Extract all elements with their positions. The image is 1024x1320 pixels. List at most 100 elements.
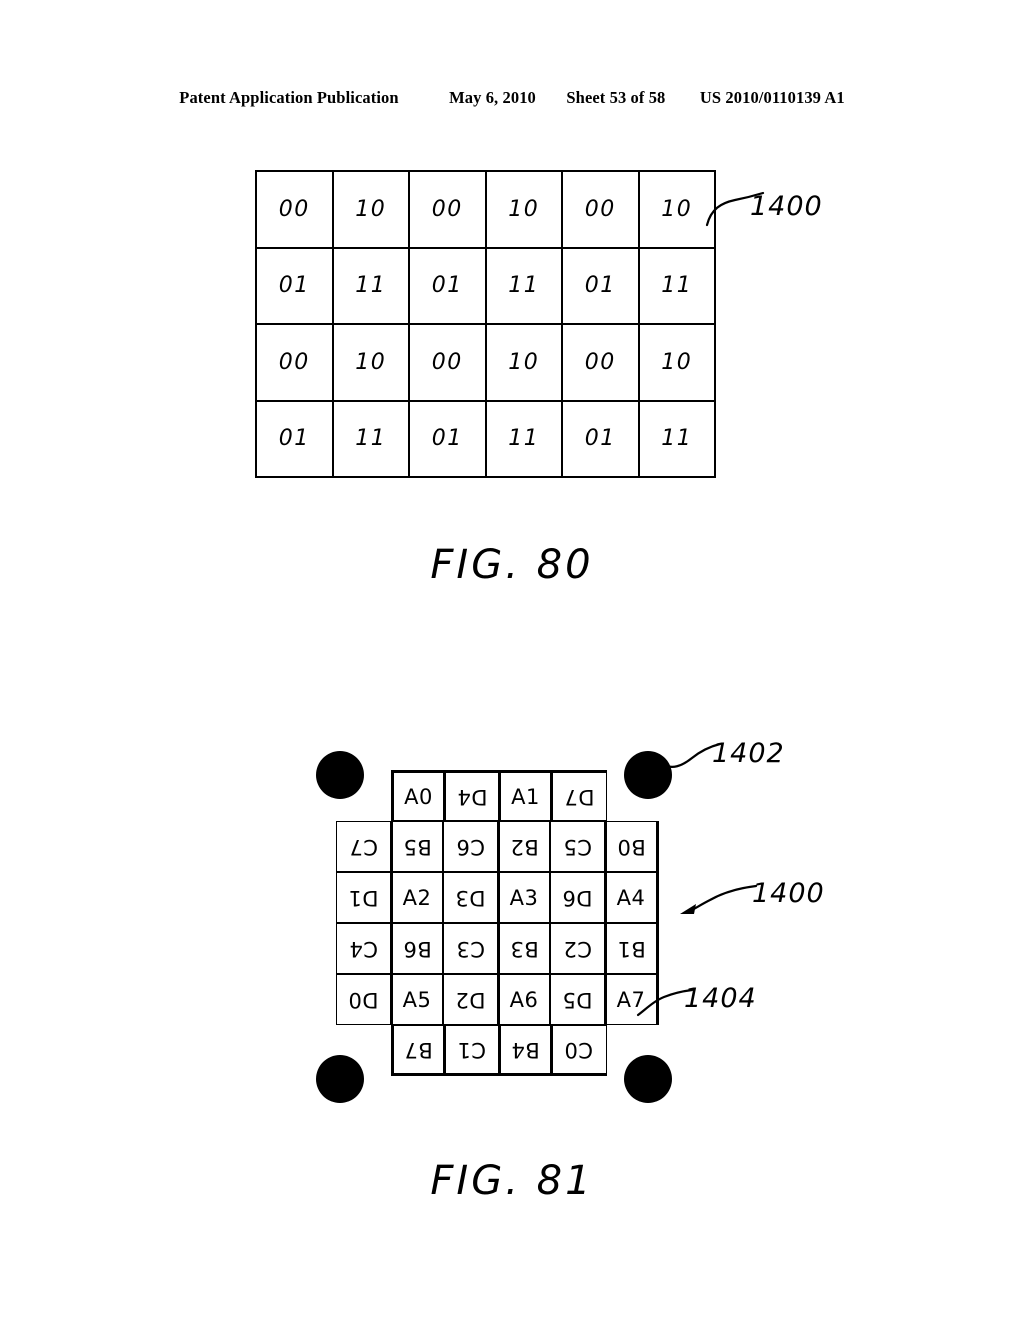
figure-81-cell-label: C2 — [562, 936, 593, 961]
figure-80-table-row: 01 11 01 11 01 11 — [255, 246, 716, 325]
figure-81-cell: D0 — [336, 974, 391, 1025]
figure-81-cell-label: B5 — [402, 834, 432, 859]
figure-81-cell: C5 — [550, 821, 605, 872]
figure-81-cell-label: D1 — [348, 885, 379, 910]
figure-80-cell: 00 — [408, 170, 487, 249]
figure-81-leader-line-1400 — [680, 884, 758, 914]
figure-81-cell-label: D4 — [456, 784, 488, 809]
figure-81-cell: D2 — [443, 974, 498, 1025]
figure-81-grid-row: C4 B6 C3 B3 C2 B1 — [336, 923, 666, 974]
figure-80-cell: 11 — [331, 246, 410, 325]
figure-81-cell: A0 — [391, 770, 446, 821]
figure-81-reference-label-1400: 1400 — [752, 878, 825, 909]
figure-80-cell: 11 — [484, 399, 563, 478]
figure-81-cell: D3 — [443, 872, 498, 923]
figure-81-cell-label: C1 — [457, 1037, 487, 1062]
figure-80-cell: 01 — [408, 399, 487, 478]
figure-81-cell-label: B6 — [402, 936, 432, 961]
figure-81-cell: A4 — [603, 872, 659, 923]
figure-81-reference-label-1404: 1404 — [684, 983, 757, 1014]
figure-81-reference-label-1402: 1402 — [712, 738, 785, 769]
figure-80-cell: 10 — [484, 323, 563, 402]
figure-81-cell: B3 — [496, 923, 552, 974]
figure-80-cell: 11 — [637, 399, 716, 478]
figure-81-cell: B2 — [496, 821, 552, 872]
figure-81-cell-label: C5 — [562, 834, 593, 859]
figure-81-cell-label: B1 — [616, 936, 646, 961]
figure-80-table: 00 10 00 10 00 10 01 11 01 11 01 11 00 10 00 10 00 10 01 11… — [255, 170, 716, 478]
figure-81-cell-label: C3 — [455, 936, 486, 961]
figure-81-cell-label: C4 — [348, 936, 379, 961]
header-date: May 6, 2010 — [449, 88, 536, 107]
figure-81-cell: C4 — [336, 923, 391, 974]
figure-81-cell: B7 — [391, 1025, 446, 1076]
figure-81-grid-row: D0 A5 D2 A6 D5 A7 — [336, 974, 666, 1025]
figure-80-cell: 10 — [331, 323, 410, 402]
figure-81-cell: C2 — [550, 923, 605, 974]
figure-81-cell: A5 — [389, 974, 445, 1025]
figure-81-cell-label: D0 — [348, 987, 379, 1012]
figure-81-cell: C3 — [443, 923, 498, 974]
figure-81-cell-label: C6 — [455, 834, 486, 859]
figure-80-cell: 01 — [561, 246, 640, 325]
figure-81-cell: A3 — [496, 872, 552, 923]
figure-80-table-body: 00 10 00 10 00 10 01 11 01 11 01 11 00 10 00 10 00 10 01 11… — [255, 170, 716, 478]
figure-80-cell: 01 — [561, 399, 640, 478]
figure-81-cell: C7 — [336, 821, 391, 872]
figure-80-table-row: 00 10 00 10 00 10 — [255, 170, 716, 249]
figure-80-cell: 10 — [637, 323, 716, 402]
figure-80-cell: 00 — [561, 170, 640, 249]
figure-81-cell: D4 — [444, 770, 500, 821]
figure-80-cell: 01 — [408, 246, 487, 325]
figure-80-cell: 00 — [561, 323, 640, 402]
figure-80-cell: 00 — [255, 170, 334, 249]
figure-80-table-row: 00 10 00 10 00 10 — [255, 323, 716, 402]
figure-80-cell: 11 — [484, 246, 563, 325]
figure-81-cell: A2 — [389, 872, 445, 923]
figure-81-cell: C0 — [551, 1025, 607, 1076]
figure-81-cell: C6 — [443, 821, 498, 872]
figure-81-cell: D1 — [336, 872, 391, 923]
figure-81-cell-label: D3 — [455, 885, 486, 910]
figure-81-cell: A6 — [496, 974, 552, 1025]
figure-80-table-container: 00 10 00 10 00 10 01 11 01 11 01 11 00 10 00 10 00 10 01 11… — [255, 170, 716, 478]
header-publication: Patent Application Publication — [179, 88, 399, 107]
figure-81-grid-row: B7 C1 B4 C0 — [391, 1025, 666, 1076]
figure-81-cell: D5 — [550, 974, 605, 1025]
figure-81-grid-row: C7 B5 C6 B2 C5 B0 — [336, 821, 666, 872]
figure-81-cell: B5 — [389, 821, 445, 872]
figure-80-table-row: 01 11 01 11 01 11 — [255, 399, 716, 478]
figure-81-cell-label: A0 — [404, 784, 433, 809]
figure-81-cell-label: A5 — [402, 987, 432, 1012]
figure-80-cell: 10 — [331, 170, 410, 249]
figure-81-cell-label: A2 — [402, 885, 432, 910]
figure-80-caption: FIG. 80 — [430, 542, 594, 588]
figure-81-cell: B6 — [389, 923, 445, 974]
figure-81-cell: B4 — [498, 1025, 553, 1076]
figure-81-cell: C1 — [444, 1025, 500, 1076]
figure-81-cell: D6 — [550, 872, 605, 923]
figure-81-cell-label: D7 — [563, 784, 595, 809]
figure-80-cell: 01 — [255, 399, 334, 478]
header-sheet: Sheet 53 of 58 — [566, 88, 666, 107]
figure-81-grid: A0 D4 A1 D7 C7 B5 C6 B2 C5 B0 D1 A2 D3 A3 D6 A4 C4 B6 C3 B3… — [336, 770, 666, 1080]
figure-81-cell-label: D6 — [562, 885, 593, 910]
figure-81-grid-row: A0 D4 A1 D7 — [391, 770, 666, 821]
figure-81-cell-label: A4 — [616, 885, 646, 910]
figure-81-cell-label: C7 — [348, 834, 379, 859]
figure-81-cell-label: A1 — [511, 784, 540, 809]
figure-81-container: A0 D4 A1 D7 C7 B5 C6 B2 C5 B0 D1 A2 D3 A3 D6 A4 C4 B6 C3 B3… — [300, 735, 720, 1125]
figure-81-cell-label: B0 — [616, 834, 646, 859]
figure-81-cell: A1 — [498, 770, 553, 821]
figure-81-cell-label: B3 — [509, 936, 539, 961]
figure-81-grid-row: D1 A2 D3 A3 D6 A4 — [336, 872, 666, 923]
figure-81-cell-label: D2 — [455, 987, 486, 1012]
page-header: Patent Application Publication May 6, 20… — [0, 88, 1024, 108]
figure-81-cell-label: A6 — [509, 987, 539, 1012]
figure-80-cell: 10 — [637, 170, 716, 249]
figure-81-cell: B0 — [603, 821, 659, 872]
figure-81-cell-label: D5 — [562, 987, 593, 1012]
figure-80-cell: 00 — [408, 323, 487, 402]
figure-81-cell-label: B4 — [511, 1037, 540, 1062]
figure-81-cell-label: C0 — [564, 1037, 594, 1062]
